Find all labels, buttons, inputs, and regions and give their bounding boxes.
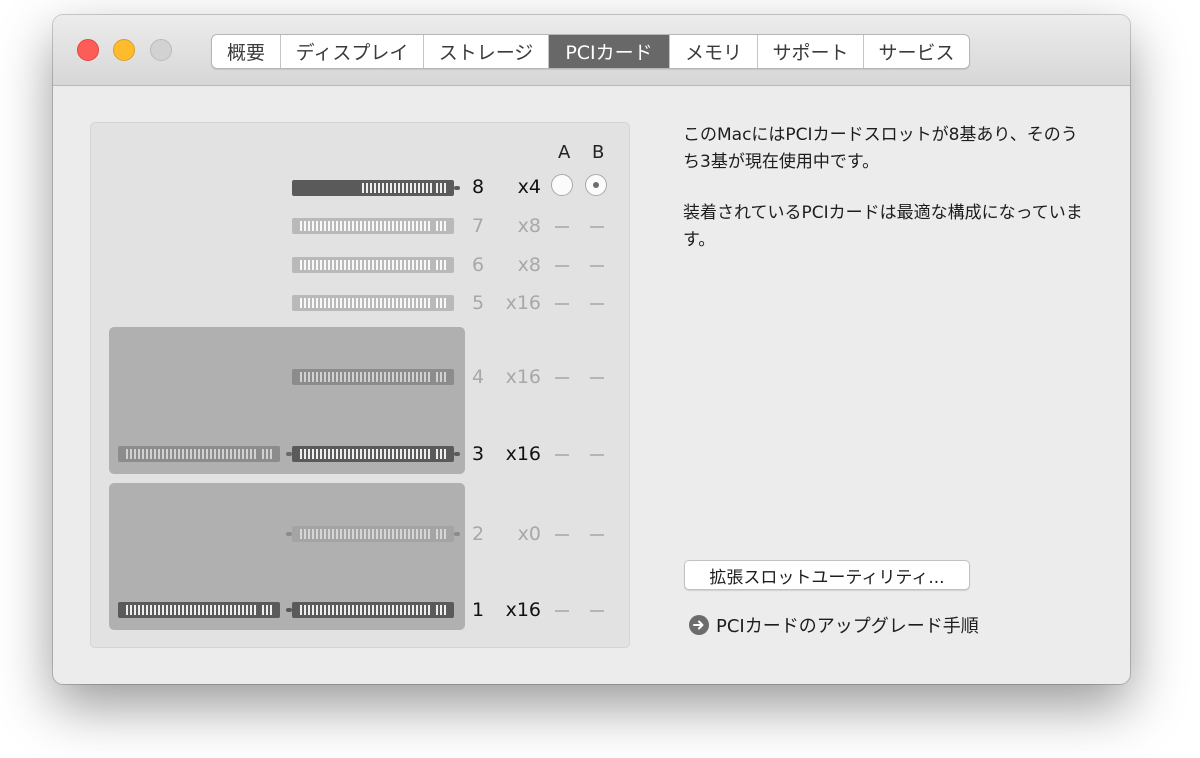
dash <box>555 226 569 228</box>
dash <box>590 454 604 456</box>
slot-latch <box>454 452 460 456</box>
slot-latch <box>454 186 460 190</box>
tab-display[interactable]: ディスプレイ <box>281 35 424 68</box>
pci-upgrade-instructions-link[interactable]: PCIカードのアップグレード手順 <box>689 611 979 639</box>
dash <box>590 534 604 536</box>
dash <box>555 303 569 305</box>
configuration-status-text: 装着されているPCIカードは最適な構成になっています。 <box>683 203 1083 250</box>
dash <box>555 454 569 456</box>
dash <box>590 377 604 379</box>
column-a-header: A <box>558 142 571 163</box>
dash <box>590 610 604 612</box>
pci-slot-3-card <box>292 446 454 462</box>
slot-lanes: x8 <box>517 254 541 276</box>
slot-usage-description: このMacにはPCIカードスロットが8基あり、そのうち3基が現在使用中です。 <box>683 125 1078 172</box>
slot-8-option-b-radio[interactable] <box>585 174 607 196</box>
expansion-slot-utility-button[interactable]: 拡張スロットユーティリティ... <box>684 560 970 590</box>
slot-lanes: x4 <box>517 176 541 198</box>
tab-bar: 概要 ディスプレイ ストレージ PCIカード メモリ サポート サービス <box>211 34 970 69</box>
slot-lanes: x0 <box>517 523 541 545</box>
pci-slot-diagram: A B 8 x4 7 x8 6 x8 5 x16 4 x16 3 x16 2 x… <box>90 122 630 648</box>
dash <box>590 303 604 305</box>
slot-lanes: x16 <box>505 443 541 465</box>
pci-slot-4 <box>292 369 454 385</box>
pci-slot-5 <box>292 295 454 311</box>
tab-overview[interactable]: 概要 <box>212 35 281 68</box>
slot-lanes: x16 <box>505 292 541 314</box>
pci-slot-1-card <box>292 602 454 618</box>
pci-slot-2 <box>292 526 454 542</box>
dash <box>590 265 604 267</box>
slot-lanes: x16 <box>505 366 541 388</box>
dash <box>555 265 569 267</box>
tab-storage[interactable]: ストレージ <box>424 35 549 68</box>
tab-support[interactable]: サポート <box>758 35 864 68</box>
tab-memory[interactable]: メモリ <box>670 35 758 68</box>
system-info-window: 概要 ディスプレイ ストレージ PCIカード メモリ サポート サービス A B… <box>53 15 1130 684</box>
slot-latch <box>454 532 460 536</box>
tab-service[interactable]: サービス <box>864 35 969 68</box>
arrow-right-circle-icon <box>689 615 709 635</box>
close-button[interactable] <box>77 39 99 61</box>
slot-8-option-a-radio[interactable] <box>551 174 573 196</box>
mpx-module-connector <box>118 602 280 618</box>
slot-lanes: x8 <box>517 215 541 237</box>
upgrade-link-label: PCIカードのアップグレード手順 <box>716 616 979 637</box>
mpx-module-connector <box>118 446 280 462</box>
minimize-button[interactable] <box>113 39 135 61</box>
dash <box>555 377 569 379</box>
dash <box>590 226 604 228</box>
column-b-header: B <box>592 142 605 163</box>
pci-slot-7 <box>292 218 454 234</box>
pci-slot-6 <box>292 257 454 273</box>
slot-lanes: x16 <box>505 599 541 621</box>
pci-slot-8-card <box>292 180 454 196</box>
title-bar: 概要 ディスプレイ ストレージ PCIカード メモリ サポート サービス <box>53 15 1130 86</box>
tab-pci-cards[interactable]: PCIカード <box>549 35 670 68</box>
dash <box>555 610 569 612</box>
zoom-button[interactable] <box>150 39 172 61</box>
dash <box>555 534 569 536</box>
